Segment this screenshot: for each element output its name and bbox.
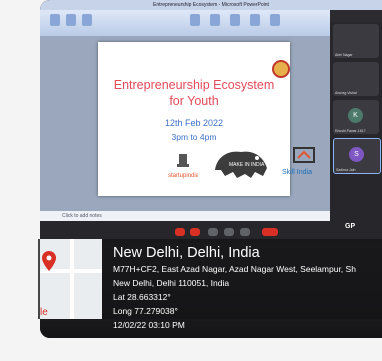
notes-pane[interactable]: Click to add notes bbox=[40, 211, 330, 221]
self-label: GP bbox=[345, 223, 356, 230]
latitude: Lat 28.663312° bbox=[113, 292, 171, 302]
make-in-india-text: MAKE IN INDIA bbox=[229, 162, 265, 168]
slide-subtitle: for Youth bbox=[169, 94, 219, 108]
skill-india-text: Skill India bbox=[282, 169, 312, 176]
map-label: le bbox=[40, 307, 48, 318]
map-pin-icon bbox=[42, 251, 56, 271]
participant-name: Khushi Pawar-1617 bbox=[335, 129, 366, 133]
startup-logo-text: startupindia bbox=[168, 173, 198, 179]
presentation-slide[interactable]: Entrepreneurship Ecosystem for Youth 12t… bbox=[98, 42, 315, 196]
participant-tile[interactable]: S Sadhna Jain bbox=[333, 138, 381, 174]
geotag-overlay: le New Delhi, Delhi, India M77H+CF2, Eas… bbox=[38, 239, 382, 330]
ribbon-icon[interactable] bbox=[250, 14, 260, 26]
make-in-india-logo: MAKE IN INDIA bbox=[215, 151, 267, 178]
participant-avatar: S bbox=[349, 147, 364, 162]
slide-time: 3pm to 4pm bbox=[171, 132, 217, 142]
ribbon-icon[interactable] bbox=[50, 14, 60, 26]
ribbon-icon[interactable] bbox=[82, 14, 92, 26]
ribbon-icon[interactable] bbox=[270, 14, 280, 26]
ribbon-icon[interactable] bbox=[190, 14, 200, 26]
location-title: New Delhi, Delhi, India bbox=[113, 245, 260, 261]
captions-button[interactable] bbox=[208, 228, 218, 236]
mic-off-button[interactable] bbox=[175, 228, 185, 236]
address-line: New Delhi, Delhi 110051, India bbox=[113, 278, 230, 288]
slide-title: Entrepreneurship Ecosystem bbox=[113, 78, 275, 92]
participant-avatar: K bbox=[348, 108, 363, 123]
emblem-logo bbox=[272, 60, 290, 78]
participant-panel: Abhi Nagar Anurag Vishal K Khushi Pawar-… bbox=[330, 22, 382, 232]
map-thumbnail: le bbox=[40, 239, 102, 319]
address-line: M77H+CF2, East Azad Nagar, Azad Nagar We… bbox=[113, 264, 356, 274]
participant-tile[interactable]: Abhi Nagar bbox=[333, 24, 379, 58]
ribbon-icon[interactable] bbox=[210, 14, 220, 26]
camera-off-button[interactable] bbox=[190, 228, 200, 236]
present-button[interactable] bbox=[224, 228, 234, 236]
timestamp: 12/02/22 03:10 PM bbox=[113, 320, 185, 330]
participant-tile[interactable]: K Khushi Pawar-1617 bbox=[333, 100, 379, 134]
skill-india-logo: Skill India bbox=[282, 147, 315, 176]
ribbon-icon[interactable] bbox=[230, 14, 240, 26]
end-call-button[interactable] bbox=[262, 228, 278, 236]
longitude: Long 77.279038° bbox=[113, 306, 178, 316]
ribbon-icon[interactable] bbox=[66, 14, 76, 26]
slide-date: 12th Feb 2022 bbox=[164, 118, 224, 128]
ppt-ribbon[interactable] bbox=[40, 10, 330, 36]
startup-india-logo: startupindia bbox=[168, 154, 198, 179]
more-options-button[interactable] bbox=[240, 228, 250, 236]
window-titlebar: Entrepreneurship Ecosystem - Microsoft P… bbox=[40, 0, 382, 10]
participant-name: Anurag Vishal bbox=[335, 91, 357, 95]
participant-name: Sadhna Jain bbox=[336, 168, 356, 172]
participant-name: Abhi Nagar bbox=[335, 53, 353, 57]
slide-workspace: Entrepreneurship Ecosystem for Youth 12t… bbox=[40, 36, 330, 211]
participant-tile[interactable]: Anurag Vishal bbox=[333, 62, 379, 96]
